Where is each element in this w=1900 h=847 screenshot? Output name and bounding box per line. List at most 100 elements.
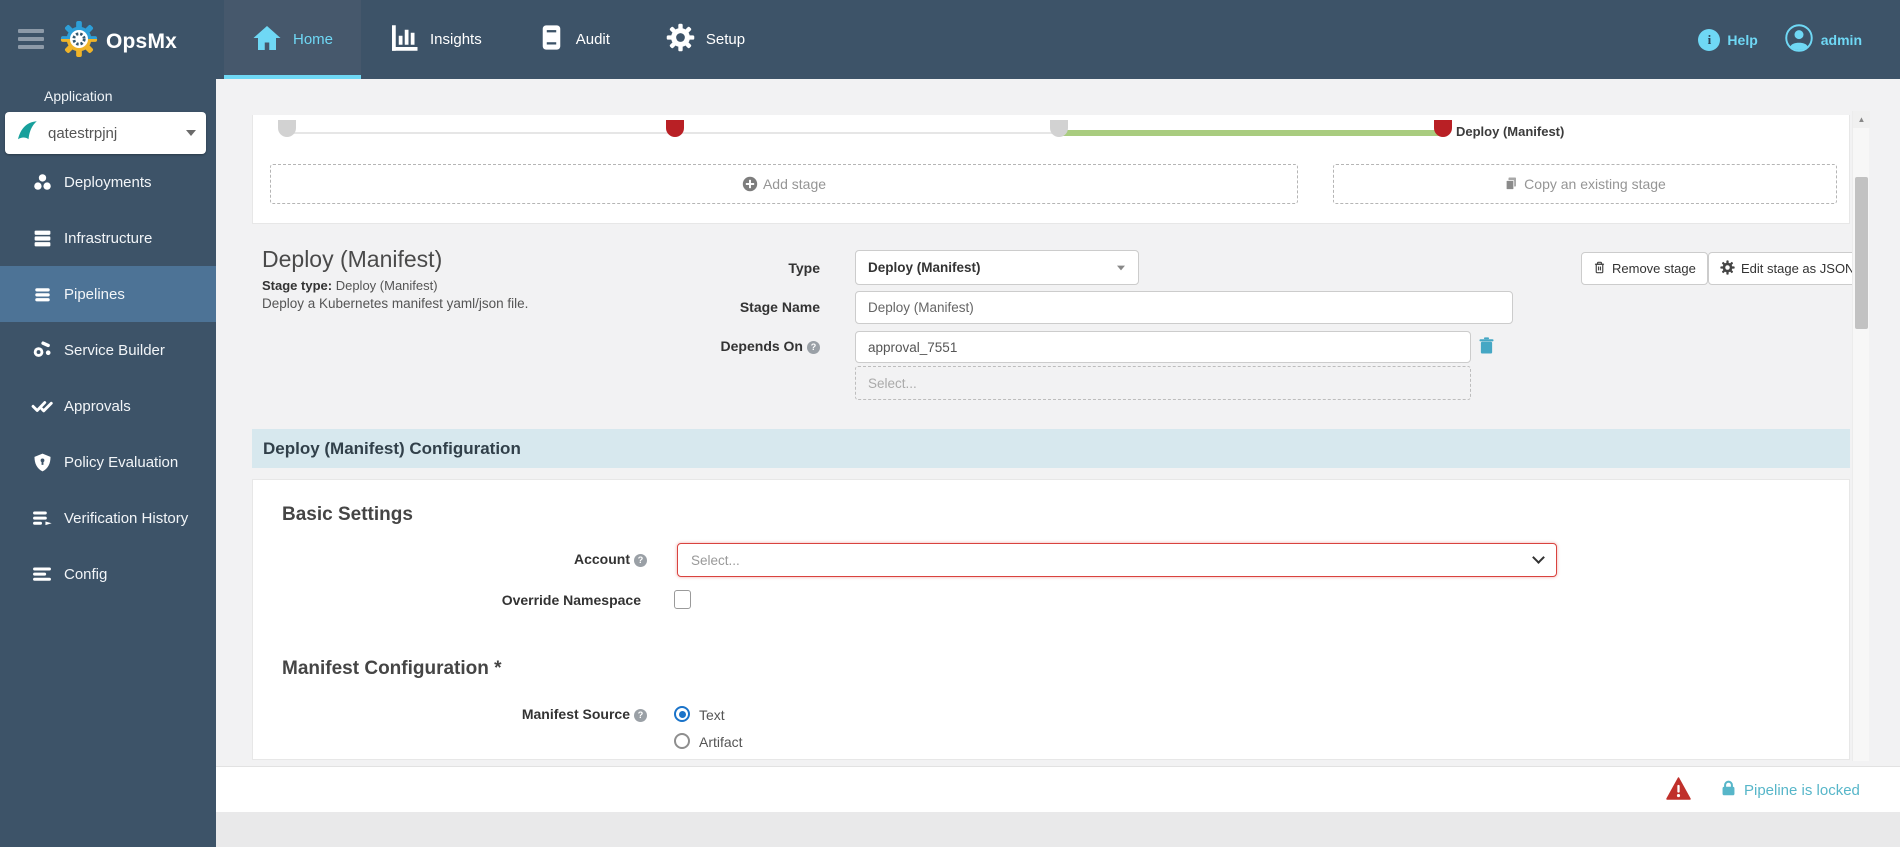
- account-select-placeholder: Select...: [691, 552, 740, 568]
- depends-on-input[interactable]: [855, 331, 1471, 363]
- sidebar-item-label: Pipelines: [64, 285, 125, 303]
- main-nav-tabs: Home Insights Audit Setup: [224, 0, 773, 79]
- edit-stage-json-label: Edit stage as JSON: [1741, 261, 1855, 276]
- chevron-down-icon: [186, 130, 196, 136]
- stage-connector-active: [1059, 130, 1443, 136]
- tab-insights-label: Insights: [430, 31, 482, 48]
- opsmx-gear-icon: [60, 20, 98, 63]
- approvals-icon: [29, 395, 55, 417]
- configuration-card: Basic Settings Account Select... Overrid…: [252, 479, 1850, 760]
- depends-on-placeholder-text: Select...: [868, 375, 917, 391]
- help-question-icon[interactable]: [807, 341, 820, 354]
- pipeline-locked-label: Pipeline is locked: [1744, 782, 1860, 799]
- chevron-down-icon: [1532, 551, 1545, 564]
- home-icon: [252, 23, 282, 57]
- hamburger-menu-icon[interactable]: [18, 29, 44, 49]
- sidebar-item-label: Verification History: [64, 509, 189, 527]
- status-footer: Pipeline is locked: [216, 766, 1900, 812]
- copy-icon: [1504, 176, 1519, 192]
- insights-icon: [389, 23, 419, 57]
- help-question-icon[interactable]: [634, 709, 647, 722]
- radio-artifact-label[interactable]: Artifact: [699, 734, 743, 750]
- account-select[interactable]: Select...: [677, 543, 1557, 577]
- setup-gear-icon: [666, 23, 695, 56]
- radio-manifest-source-artifact[interactable]: [674, 733, 690, 749]
- left-sidebar: Application qatestrpjnj Deployments Infr…: [0, 79, 216, 847]
- tab-home[interactable]: Home: [224, 0, 362, 79]
- radio-manifest-source-text[interactable]: [674, 706, 690, 722]
- manifest-configuration-title: Manifest Configuration *: [282, 658, 502, 679]
- sidebar-item-approvals[interactable]: Approvals: [0, 378, 216, 434]
- opsmx-logo[interactable]: OpsMx: [60, 20, 177, 63]
- config-icon: [29, 563, 55, 585]
- scrollbar-thumb[interactable]: [1855, 177, 1868, 329]
- sidebar-item-service-builder[interactable]: Service Builder: [0, 322, 216, 378]
- type-field-label: Type: [788, 260, 820, 276]
- stage-type-select[interactable]: Deploy (Manifest): [855, 250, 1139, 285]
- edit-stage-json-button[interactable]: Edit stage as JSON: [1708, 252, 1867, 285]
- tab-audit[interactable]: Audit: [510, 0, 638, 79]
- help-link[interactable]: i Help: [1698, 28, 1758, 51]
- stage-editor-title: Deploy (Manifest): [262, 246, 443, 272]
- sidebar-item-config[interactable]: Config: [0, 546, 216, 602]
- stage-description: Deploy a Kubernetes manifest yaml/json f…: [262, 296, 529, 311]
- pipeline-stages-card: Deploy (Manifest) Add stage Copy an exis…: [252, 115, 1850, 224]
- copy-stage-label: Copy an existing stage: [1524, 176, 1666, 192]
- sidebar-item-policy-evaluation[interactable]: Policy Evaluation: [0, 434, 216, 490]
- info-icon: i: [1698, 28, 1721, 51]
- stage-type-label: Stage type:: [262, 278, 333, 293]
- radio-text-label[interactable]: Text: [699, 707, 725, 723]
- help-label: Help: [1727, 31, 1758, 48]
- account-field-label: Account: [417, 551, 647, 567]
- help-question-icon[interactable]: [634, 554, 647, 567]
- warning-icon[interactable]: [1666, 777, 1691, 805]
- sidebar-item-label: Policy Evaluation: [64, 453, 179, 471]
- tab-audit-label: Audit: [575, 31, 610, 48]
- chevron-down-icon: [1117, 265, 1125, 270]
- stage-node-2[interactable]: [666, 120, 684, 137]
- application-selector[interactable]: qatestrpjnj: [5, 112, 206, 154]
- header-right-cluster: i Help admin: [1698, 0, 1862, 79]
- account-label-text: Account: [574, 551, 630, 567]
- sidebar-item-deployments[interactable]: Deployments: [0, 154, 216, 210]
- trash-icon: [1593, 260, 1606, 278]
- sidebar-menu: Deployments Infrastructure Pipelines Ser…: [0, 154, 216, 602]
- remove-dependency-trash-icon[interactable]: [1479, 337, 1494, 359]
- stage-type-value: Deploy (Manifest): [335, 278, 438, 293]
- tab-insights[interactable]: Insights: [361, 0, 510, 79]
- add-stage-label: Add stage: [762, 176, 827, 192]
- sidebar-item-verification-history[interactable]: Verification History: [0, 490, 216, 546]
- sidebar-item-infrastructure[interactable]: Infrastructure: [0, 210, 216, 266]
- depends-on-select-placeholder[interactable]: Select...: [855, 366, 1471, 400]
- tab-setup[interactable]: Setup: [638, 0, 773, 79]
- stage-type-select-value: Deploy (Manifest): [868, 260, 981, 275]
- remove-stage-label: Remove stage: [1612, 261, 1696, 276]
- sidebar-item-label: Deployments: [64, 173, 152, 191]
- manifest-source-label: Manifest Source: [417, 706, 647, 722]
- stage-node-deploy-manifest[interactable]: [1434, 120, 1452, 137]
- username-label: admin: [1820, 31, 1862, 48]
- lock-icon: [1720, 780, 1737, 801]
- stage-node-1[interactable]: [278, 120, 296, 137]
- verification-history-icon: [29, 507, 55, 529]
- scrollbar-up-arrow[interactable]: [1853, 111, 1870, 128]
- infrastructure-icon: [29, 228, 55, 249]
- copy-existing-stage-button[interactable]: Copy an existing stage: [1333, 164, 1837, 204]
- remove-stage-button[interactable]: Remove stage: [1581, 252, 1708, 285]
- vertical-scrollbar[interactable]: [1852, 111, 1870, 761]
- tab-setup-label: Setup: [705, 31, 746, 48]
- user-menu[interactable]: admin: [1784, 23, 1862, 56]
- basic-settings-title: Basic Settings: [282, 504, 413, 525]
- stage-name-field-wrap: [855, 291, 1513, 324]
- deployments-icon: [29, 172, 55, 193]
- opsmx-app: OpsMx Home Insights Audit Setup i Help a…: [0, 0, 1900, 847]
- override-namespace-checkbox[interactable]: [674, 590, 691, 609]
- stage-node-label[interactable]: Deploy (Manifest): [1456, 124, 1564, 139]
- stage-name-input[interactable]: [855, 291, 1513, 324]
- add-stage-button[interactable]: Add stage: [270, 164, 1298, 204]
- sidebar-item-label: Config: [64, 565, 108, 583]
- avatar-icon: [1784, 23, 1814, 56]
- override-namespace-label: Override Namespace: [501, 592, 641, 608]
- bottom-strip: [216, 812, 1900, 847]
- sidebar-item-pipelines[interactable]: Pipelines: [0, 266, 216, 322]
